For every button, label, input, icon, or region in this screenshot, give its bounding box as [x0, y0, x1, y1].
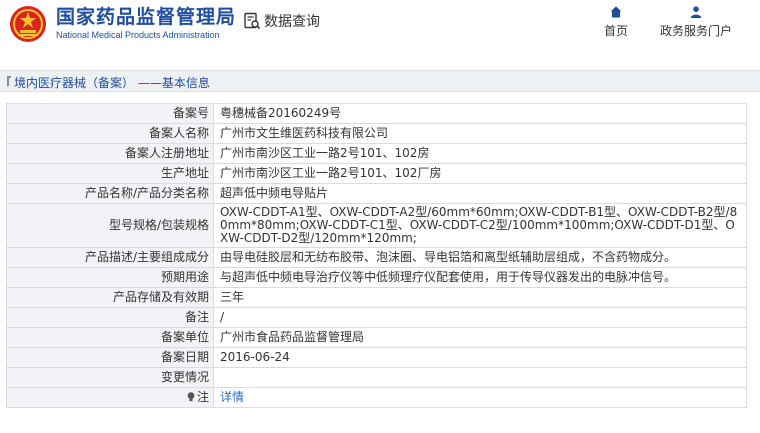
- table-row: 型号规格/包装规格 OXW-CDDT-A1型、OXW-CDDT-A2型/60mm…: [6, 203, 747, 248]
- field-label: 型号规格/包装规格: [6, 203, 214, 248]
- table-row: 备案单位 广州市食品药品监督管理局: [6, 327, 747, 348]
- field-label: 产品存储及有效期: [6, 287, 214, 308]
- site-logo[interactable]: 国家药品监督管理局 National Medical Products Admi…: [8, 4, 236, 44]
- site-title: 国家药品监督管理局: [56, 6, 237, 28]
- field-label: 生产地址: [6, 163, 214, 184]
- site-header: 国家药品监督管理局 National Medical Products Admi…: [0, 0, 760, 56]
- field-value: 由导电硅胶层和无纺布胶带、泡沫圈、导电铝箔和离型纸辅助层组成，不含药物成分。: [213, 247, 747, 268]
- nav-service-label: 政务服务门户: [660, 24, 733, 38]
- note-label: 注: [196, 390, 209, 404]
- table-row: 备注 /: [6, 307, 747, 328]
- table-row: 备案人注册地址 广州市南沙区工业一路2号101、102房: [6, 143, 747, 164]
- field-value: 三年: [213, 287, 747, 308]
- record-detail-table: 备案号 粤穗械备20160249号 备案人名称 广州市文生维医药科技有限公司 备…: [6, 103, 747, 408]
- data-query-label: 数据查询: [264, 14, 320, 30]
- field-label: 备案人注册地址: [6, 143, 214, 164]
- details-link[interactable]: 详情: [220, 390, 244, 404]
- breadcrumb: 境内医疗器械（备案） ——基本信息: [14, 76, 210, 90]
- field-value: 广州市文生维医药科技有限公司: [213, 123, 747, 144]
- nav-home-label: 首页: [604, 24, 629, 38]
- site-subtitle: National Medical Products Administration: [56, 30, 220, 40]
- table-row: 备案日期 2016-06-24: [6, 347, 747, 368]
- field-label: 备案人名称: [6, 123, 214, 144]
- breadcrumb-bar: 境内医疗器械（备案） ——基本信息: [0, 70, 760, 92]
- field-label: 产品名称/产品分类名称: [6, 183, 214, 204]
- field-value: 与超声低中频电导治疗仪等中低频理疗仪配套使用，用于传导仪器发出的电脉冲信号。: [213, 267, 747, 288]
- field-value: 粤穗械备20160249号: [213, 103, 747, 124]
- note-value: 详情: [213, 387, 747, 408]
- field-value: [213, 367, 747, 388]
- data-query-icon: [244, 12, 261, 30]
- field-label: 变更情况: [6, 367, 214, 388]
- field-value: OXW-CDDT-A1型、OXW-CDDT-A2型/60mm*60mm;OXW-…: [213, 203, 747, 248]
- data-query-link[interactable]: 数据查询: [243, 11, 320, 31]
- table-row: 注 详情: [6, 387, 747, 408]
- table-row: 产品存储及有效期 三年: [6, 287, 747, 308]
- field-label: 备案号: [6, 103, 214, 124]
- table-row: 产品描述/主要组成成分 由导电硅胶层和无纺布胶带、泡沫圈、导电铝箔和离型纸辅助层…: [6, 247, 747, 268]
- home-icon: [610, 6, 622, 18]
- note-label-cell: 注: [6, 387, 214, 408]
- field-value: 广州市食品药品监督管理局: [213, 327, 747, 348]
- field-label: 产品描述/主要组成成分: [6, 247, 214, 268]
- nav-service-portal[interactable]: 政务服务门户: [660, 6, 732, 39]
- national-emblem-icon: [10, 6, 46, 42]
- table-row: 变更情况: [6, 367, 747, 388]
- user-icon: [690, 6, 702, 18]
- field-label: 备注: [6, 307, 214, 328]
- table-row: 备案人名称 广州市文生维医药科技有限公司: [6, 123, 747, 144]
- table-row: 产品名称/产品分类名称 超声低中频电导贴片: [6, 183, 747, 204]
- field-value: 广州市南沙区工业一路2号101、102厂房: [213, 163, 747, 184]
- field-label: 备案日期: [6, 347, 214, 368]
- table-row: 备案号 粤穗械备20160249号: [6, 103, 747, 124]
- field-value: 广州市南沙区工业一路2号101、102房: [213, 143, 747, 164]
- table-row: 生产地址 广州市南沙区工业一路2号101、102厂房: [6, 163, 747, 184]
- nav-home[interactable]: 首页: [604, 6, 628, 39]
- field-value: /: [213, 307, 747, 328]
- field-label: 预期用途: [6, 267, 214, 288]
- corner-marker: [7, 76, 11, 86]
- field-value: 2016-06-24: [213, 347, 747, 368]
- lightbulb-icon: [187, 392, 195, 402]
- field-value: 超声低中频电导贴片: [213, 183, 747, 204]
- table-row: 预期用途 与超声低中频电导治疗仪等中低频理疗仪配套使用，用于传导仪器发出的电脉冲…: [6, 267, 747, 288]
- field-label: 备案单位: [6, 327, 214, 348]
